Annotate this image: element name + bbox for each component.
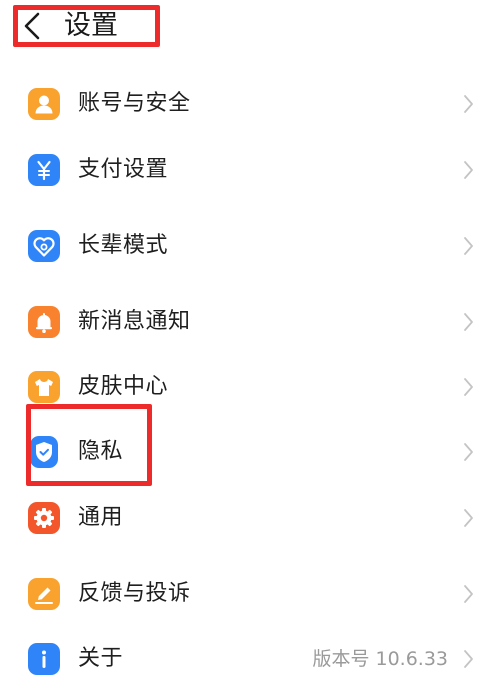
chevron-right-icon	[463, 236, 474, 256]
settings-item-label: 反馈与投诉	[78, 581, 191, 606]
chevron-right-icon	[463, 160, 474, 180]
settings-item-label: 隐私	[78, 439, 124, 464]
settings-item-label: 关于	[78, 646, 124, 671]
chevron-right-icon	[463, 584, 474, 604]
chevron-right-icon	[463, 377, 474, 397]
chevron-right-icon	[463, 649, 474, 669]
yuan-icon	[28, 154, 60, 186]
header-bar: 设置	[0, 0, 500, 64]
shirt-icon	[28, 371, 60, 403]
user-icon	[28, 88, 60, 120]
settings-item-about[interactable]: 关于 版本号 10.6.33	[0, 631, 500, 687]
chevron-right-icon	[463, 94, 474, 114]
chevron-right-icon	[463, 508, 474, 528]
info-icon	[28, 643, 60, 675]
settings-item-elder-mode[interactable]: 长辈模式	[0, 218, 500, 274]
settings-item-general[interactable]: 通用	[0, 490, 500, 546]
pencil-icon	[28, 578, 60, 610]
settings-item-label: 账号与安全	[78, 91, 191, 116]
shield-icon	[30, 436, 58, 468]
settings-item-label: 新消息通知	[78, 309, 191, 334]
chevron-right-icon	[463, 442, 474, 462]
chevron-right-icon	[463, 312, 474, 332]
heart-icon	[28, 230, 60, 262]
settings-item-label: 通用	[78, 505, 124, 530]
version-number: 版本号 10.6.33	[312, 648, 448, 670]
settings-item-label: 皮肤中心	[78, 374, 169, 399]
page-title: 设置	[64, 10, 118, 41]
gear-icon	[28, 502, 60, 534]
settings-item-notifications[interactable]: 新消息通知	[0, 294, 500, 350]
settings-item-label: 支付设置	[78, 157, 169, 182]
settings-item-payment[interactable]: 支付设置	[0, 142, 500, 198]
settings-item-label: 长辈模式	[78, 233, 169, 258]
settings-item-account-security[interactable]: 账号与安全	[0, 76, 500, 132]
back-button[interactable]	[18, 10, 48, 42]
settings-item-privacy[interactable]: 隐私	[0, 424, 500, 480]
settings-item-feedback[interactable]: 反馈与投诉	[0, 566, 500, 622]
bell-icon	[28, 306, 60, 338]
chevron-left-icon	[24, 12, 40, 40]
settings-item-skin-center[interactable]: 皮肤中心	[0, 359, 500, 415]
